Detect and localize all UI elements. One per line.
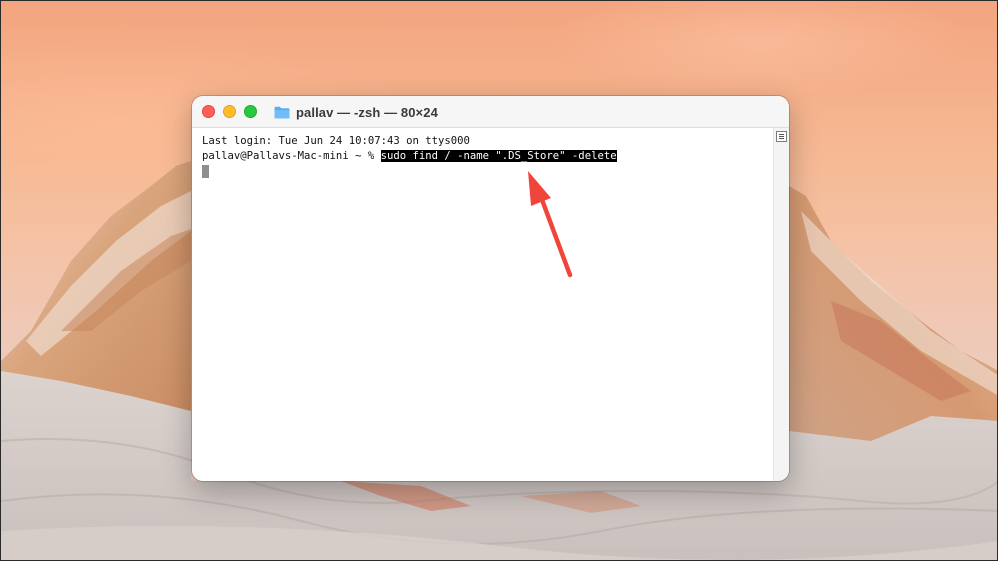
desktop-wallpaper: pallav — -zsh — 80×24 Last login: Tue Ju…: [0, 0, 998, 561]
red-arrow-icon: [528, 171, 573, 278]
